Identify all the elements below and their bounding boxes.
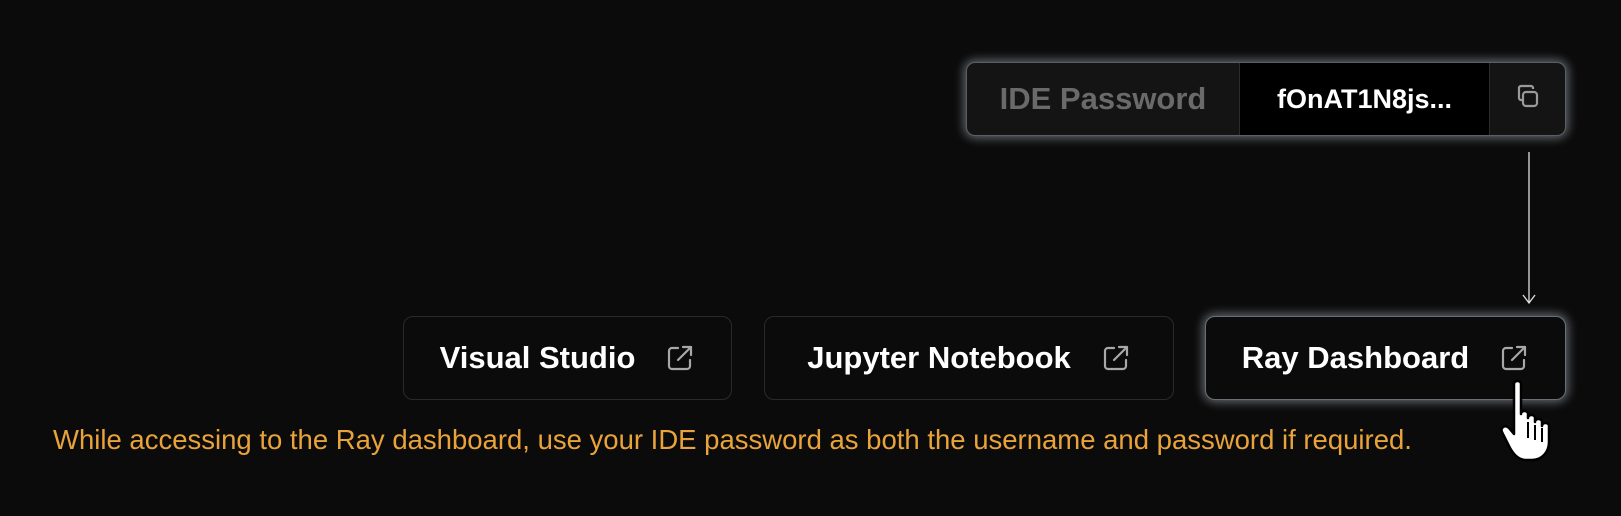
external-link-icon <box>1101 343 1131 373</box>
jupyter-notebook-button[interactable]: Jupyter Notebook <box>764 316 1174 400</box>
ide-password-label: IDE Password <box>967 63 1240 135</box>
hand-pointer-cursor-icon <box>1500 379 1551 462</box>
visual-studio-button[interactable]: Visual Studio <box>403 316 732 400</box>
ray-dashboard-label: Ray Dashboard <box>1241 340 1470 375</box>
copy-icon <box>1512 81 1544 118</box>
connector-arrow <box>1522 152 1536 304</box>
copy-password-button[interactable] <box>1490 63 1565 135</box>
external-link-icon <box>1499 343 1529 373</box>
visual-studio-label: Visual Studio <box>439 340 636 375</box>
jupyter-notebook-label: Jupyter Notebook <box>807 340 1071 375</box>
ray-dashboard-notice: While accessing to the Ray dashboard, us… <box>53 424 1412 455</box>
ide-password-value[interactable]: fOnAT1N8js... <box>1240 63 1490 135</box>
ide-password-field: IDE Password fOnAT1N8js... <box>966 62 1566 136</box>
external-link-icon <box>665 343 695 373</box>
